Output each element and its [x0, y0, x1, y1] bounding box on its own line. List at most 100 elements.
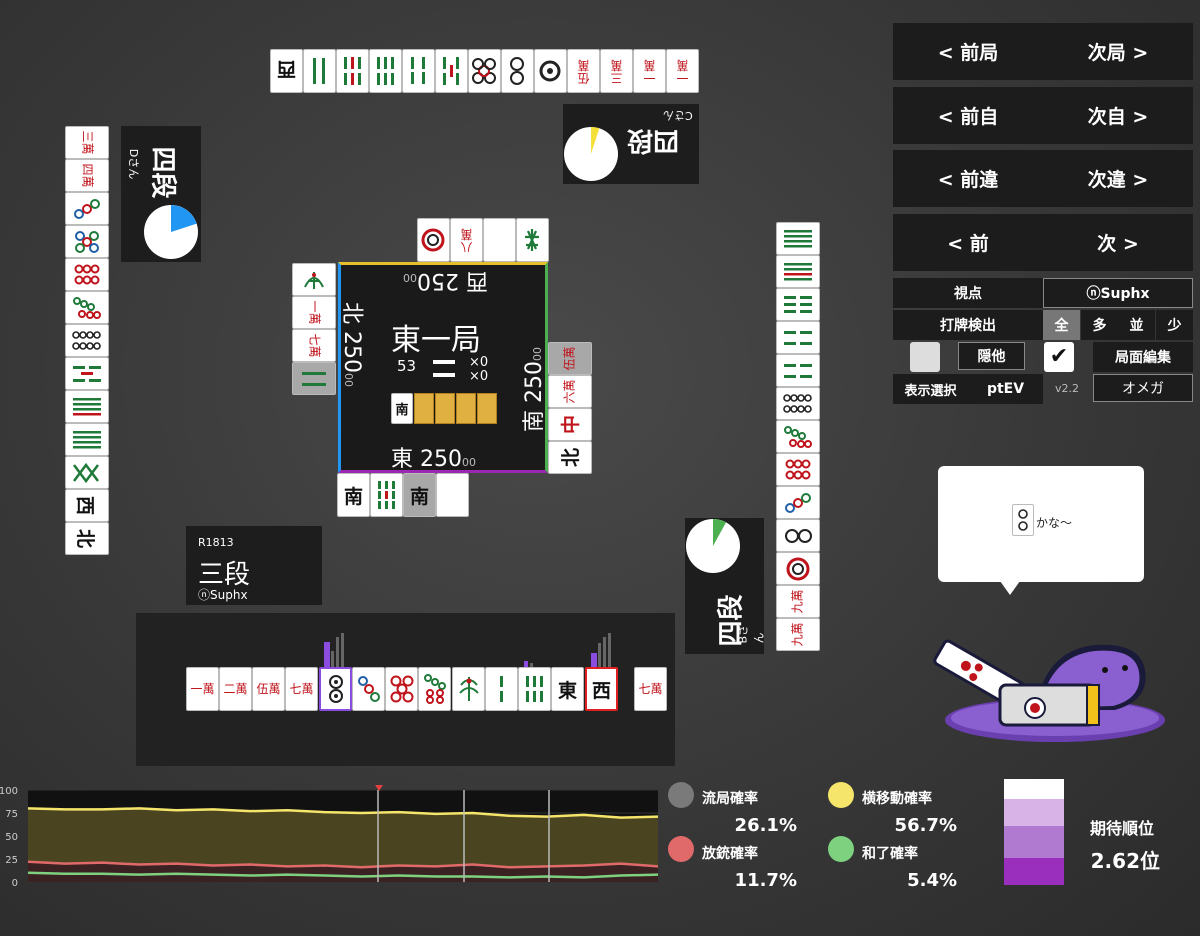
discard-tile: [534, 49, 567, 93]
detect-many-button[interactable]: 多: [1081, 310, 1118, 340]
discard-eval-bar: [608, 633, 611, 667]
center-board: 東一局 53 ×0 ×0 南 東 25000 西 25000 南 25000 北…: [338, 262, 548, 473]
detect-few-button[interactable]: 少: [1156, 310, 1193, 340]
discard-tile: 南: [337, 473, 370, 517]
left-inner-discards: 一萬 七萬: [292, 263, 337, 397]
yoko-legend-dot: [828, 782, 854, 808]
left-player-name: Dさん: [127, 148, 141, 180]
prev-round-button[interactable]: < 前局: [938, 38, 999, 65]
discard-tile: [776, 519, 820, 552]
hand-tile[interactable]: [385, 667, 418, 711]
hide-other-checkbox[interactable]: [910, 342, 940, 372]
remaining-tiles: 53: [397, 357, 417, 375]
discard-tile: [65, 324, 109, 357]
dead-wall-tile: [414, 393, 434, 424]
rank-segment-2: [1004, 799, 1064, 826]
top-player-rank: 四段: [627, 125, 680, 155]
top-player-pie: [564, 127, 618, 181]
discard-tile: [468, 49, 501, 93]
expected-rank-bar: [1004, 779, 1064, 885]
omega-button[interactable]: オメガ: [1093, 374, 1193, 402]
hand-tile[interactable]: [452, 667, 485, 711]
discard-eval-bar: [598, 643, 601, 667]
discard-tile: 一萬: [292, 296, 336, 329]
hand-tile[interactable]: 七萬: [285, 667, 318, 711]
honba-count: ×0: [469, 355, 489, 370]
discard-tile: 六萬: [548, 375, 592, 408]
mascot-icon: [933, 639, 1165, 742]
board-edit-checkbox[interactable]: ✔: [1044, 342, 1074, 372]
hand-tile[interactable]: 伍萬: [252, 667, 285, 711]
discard-eval-bar: [591, 653, 597, 667]
discard-tile: [776, 420, 820, 453]
prev-button[interactable]: < 前: [947, 229, 989, 256]
right-discards: 九萬 九萬: [776, 222, 821, 652]
discard-tile: 北: [65, 522, 109, 555]
drawn-tile[interactable]: 七萬: [634, 667, 667, 711]
hand-tile[interactable]: [319, 667, 352, 711]
discard-tile: [483, 218, 516, 262]
hand-tile[interactable]: 西: [585, 667, 618, 711]
discard-eval-bar: [341, 633, 344, 667]
hora-legend-dot: [828, 836, 854, 862]
dora-indicator-tile: 南: [391, 393, 413, 424]
discard-tile: 西: [270, 49, 303, 93]
ryukyoku-legend-dot: [668, 782, 694, 808]
discard-tile: [370, 473, 403, 517]
discard-tile: 伍萬: [548, 342, 592, 375]
step-nav-row: < 前 次 >: [893, 214, 1193, 271]
display-select-button[interactable]: 表示選択: [893, 374, 968, 404]
prev-diff-button[interactable]: < 前違: [938, 165, 999, 192]
right-player-pie: [686, 519, 740, 573]
hand-tile[interactable]: [352, 667, 385, 711]
top-player-name: Cさん: [663, 109, 693, 122]
discard-tile: [292, 263, 336, 296]
next-diff-button[interactable]: 次違 >: [1088, 165, 1149, 192]
hora-value: 5.4%: [907, 870, 957, 891]
discard-tile: 南: [403, 473, 436, 517]
chart-tick-label: 75: [5, 809, 18, 820]
detect-normal-button[interactable]: 並: [1118, 310, 1155, 340]
next-button[interactable]: 次 >: [1097, 229, 1139, 256]
discard-tile: [65, 258, 109, 291]
discard-tile: [292, 362, 336, 395]
left-player-panel: 四段 Dさん: [121, 126, 201, 262]
yoko-value: 56.7%: [894, 815, 957, 836]
hand-tile[interactable]: [485, 667, 518, 711]
viewpoint-label: 視点: [893, 278, 1043, 308]
honba-stick-icon: [433, 360, 455, 364]
discard-tile: [303, 49, 336, 93]
south-score: 南 25000: [522, 347, 547, 432]
left-player-pie: [144, 205, 198, 259]
hand-tile[interactable]: 東: [551, 667, 584, 711]
discard-tile: 九萬: [776, 618, 820, 651]
hand-panel: 一萬 二萬 伍萬 七萬 東 西 七萬: [136, 613, 675, 766]
discard-tile: [402, 49, 435, 93]
discard-tile: [776, 321, 820, 354]
ryukyoku-value: 26.1%: [734, 815, 797, 836]
board-edit-button[interactable]: 局面編集: [1093, 342, 1193, 372]
detect-all-button[interactable]: 全: [1043, 310, 1080, 340]
discard-tile: [65, 291, 109, 324]
bubble-tail-icon: [1000, 581, 1020, 595]
discard-eval-bar: [324, 642, 330, 667]
chart-svg: 100 75 50 25 0: [0, 785, 659, 889]
ptev-button[interactable]: ptEV: [968, 374, 1043, 404]
hand-tile[interactable]: 二萬: [219, 667, 252, 711]
hora-label: 和了確率: [862, 846, 918, 862]
next-self-button[interactable]: 次自 >: [1088, 102, 1149, 129]
top-discards: 一萬 一萬 三萬 伍萬 西: [266, 48, 699, 93]
viewpoint-select[interactable]: ⓝSuphx: [1043, 278, 1193, 308]
hand-tile[interactable]: 一萬: [186, 667, 219, 711]
discard-tile: 一萬: [633, 49, 666, 93]
houju-label: 放銃確率: [702, 846, 758, 862]
discard-tile: [776, 486, 820, 519]
hide-other-button[interactable]: 隠他: [958, 342, 1025, 370]
next-round-button[interactable]: 次局 >: [1088, 38, 1149, 65]
prev-self-button[interactable]: < 前自: [938, 102, 999, 129]
discard-tile: [776, 222, 820, 255]
discard-tile: [501, 49, 534, 93]
hand-tile[interactable]: [518, 667, 551, 711]
bottom-inner-discards: 南 南: [337, 473, 471, 519]
hand-tile[interactable]: [418, 667, 451, 711]
